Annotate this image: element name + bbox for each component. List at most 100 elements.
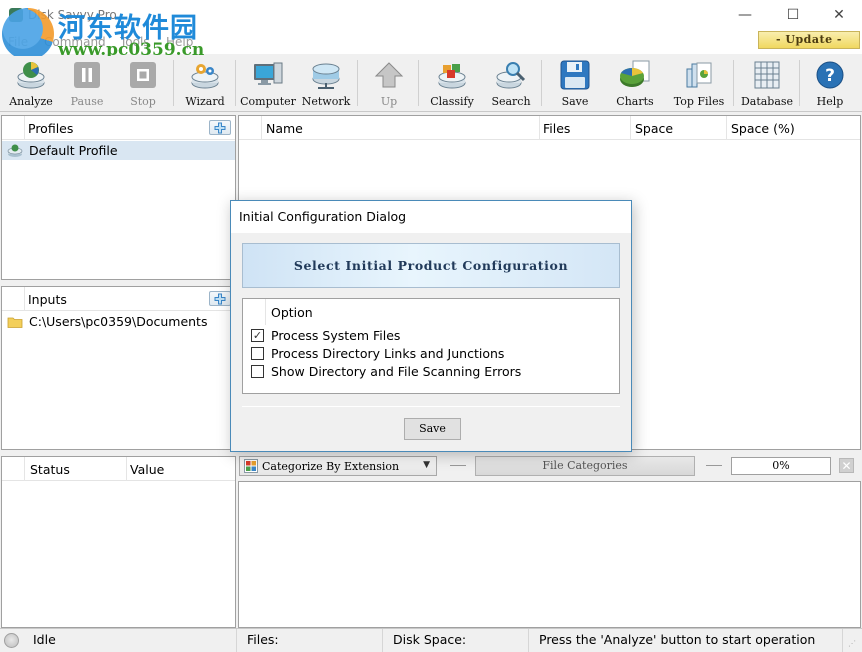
classify-button[interactable]: Classify xyxy=(426,58,478,110)
stop-button[interactable]: Stop xyxy=(122,58,164,110)
menu-bar: File Command Tools Help xyxy=(0,32,862,54)
stop-label: Stop xyxy=(130,95,156,108)
analyze-button[interactable]: Analyze xyxy=(8,58,54,110)
network-button[interactable]: Network xyxy=(301,58,351,110)
update-button[interactable]: - Update - xyxy=(758,31,860,49)
option-label: Show Directory and File Scanning Errors xyxy=(271,363,522,379)
divider-dash xyxy=(450,465,466,466)
plus-icon xyxy=(214,293,226,304)
status-bar: Idle Files: Disk Space: Press the 'Analy… xyxy=(0,628,862,652)
status-files: Files: xyxy=(247,632,279,647)
input-item[interactable]: C:\Users\pc0359\Documents xyxy=(2,312,235,331)
cancel-icon[interactable]: ✕ xyxy=(839,458,854,473)
classify-label: Classify xyxy=(430,95,474,108)
status-column-header[interactable]: Status xyxy=(30,462,70,477)
minimize-button[interactable]: — xyxy=(722,0,768,30)
profiles-panel: Profiles Default Profile xyxy=(1,115,236,280)
help-button[interactable]: ? Help xyxy=(810,58,850,110)
option-show-scanning-errors[interactable]: Show Directory and File Scanning Errors xyxy=(251,362,521,380)
up-button[interactable]: Up xyxy=(370,58,408,110)
maximize-button[interactable]: ☐ xyxy=(770,0,816,30)
search-label: Search xyxy=(491,95,531,108)
computer-icon xyxy=(251,58,285,92)
pause-label: Pause xyxy=(70,95,104,108)
dialog-banner: Select Initial Product Configuration xyxy=(242,243,620,288)
wizard-disk-icon xyxy=(188,58,222,92)
menu-file[interactable]: File xyxy=(8,35,28,49)
database-button[interactable]: Database xyxy=(740,58,794,110)
menu-tools[interactable]: Tools xyxy=(120,35,150,49)
column-divider xyxy=(630,116,631,140)
classify-disk-icon xyxy=(435,58,469,92)
app-icon xyxy=(9,8,23,22)
options-list: Option ✓ Process System Files Process Di… xyxy=(242,298,620,394)
name-column-header[interactable]: Name xyxy=(266,121,303,136)
window-title: Disk Savvy Pro xyxy=(28,8,117,22)
profile-item[interactable]: Default Profile xyxy=(2,141,235,160)
status-divider xyxy=(236,629,237,652)
folder-icon xyxy=(7,317,23,328)
status-state: Idle xyxy=(33,632,56,647)
pause-button[interactable]: Pause xyxy=(66,58,108,110)
divider-dash xyxy=(706,465,722,466)
status-led-icon xyxy=(4,633,19,648)
status-divider xyxy=(382,629,383,652)
top-files-icon xyxy=(682,58,716,92)
toolbar: Analyze Pause Stop Wizard Computer Netwo… xyxy=(0,56,862,112)
categorize-select[interactable]: Categorize By Extension ▼ xyxy=(239,456,437,476)
close-button[interactable]: ✕ xyxy=(816,0,862,30)
column-divider xyxy=(539,116,540,140)
network-label: Network xyxy=(301,95,351,108)
checkbox-checked[interactable]: ✓ xyxy=(251,328,264,342)
computer-label: Computer xyxy=(240,95,296,108)
wizard-button[interactable]: Wizard xyxy=(182,58,228,110)
resize-grip-icon[interactable]: ⋰ xyxy=(848,639,856,648)
checkbox-unchecked[interactable] xyxy=(251,364,264,378)
option-process-system-files[interactable]: ✓ Process System Files xyxy=(251,326,400,344)
progress-indicator: 0% xyxy=(731,457,831,475)
option-column-header: Option xyxy=(271,305,313,320)
add-profile-button[interactable] xyxy=(209,120,231,135)
database-label: Database xyxy=(740,95,794,108)
file-categories-button[interactable]: File Categories xyxy=(475,456,695,476)
toolbar-separator xyxy=(418,60,419,106)
toolbar-separator xyxy=(733,60,734,106)
up-arrow-icon xyxy=(372,58,406,92)
title-bar: Disk Savvy Pro — ☐ ✕ xyxy=(0,0,862,32)
analyze-disk-icon xyxy=(14,58,48,92)
space-percent-column-header[interactable]: Space (%) xyxy=(731,121,795,136)
save-toolbar-button[interactable]: Save xyxy=(555,58,595,110)
status-message: Press the 'Analyze' button to start oper… xyxy=(539,632,816,647)
help-label: Help xyxy=(816,95,844,108)
column-divider xyxy=(24,287,25,311)
help-icon: ? xyxy=(813,58,847,92)
charts-button[interactable]: Charts xyxy=(612,58,658,110)
add-input-button[interactable] xyxy=(209,291,231,306)
computer-button[interactable]: Computer xyxy=(240,58,296,110)
menu-help[interactable]: Help xyxy=(166,35,193,49)
search-button[interactable]: Search xyxy=(488,58,534,110)
pause-icon xyxy=(70,58,104,92)
dialog-separator xyxy=(242,406,620,407)
value-column-header[interactable]: Value xyxy=(130,462,164,477)
toolbar-separator xyxy=(173,60,174,106)
dialog-save-button[interactable]: Save xyxy=(404,418,461,440)
space-column-header[interactable]: Space xyxy=(635,121,673,136)
profile-item-label: Default Profile xyxy=(29,143,118,158)
save-toolbar-label: Save xyxy=(561,95,589,108)
plus-icon xyxy=(214,122,226,133)
option-process-directory-links[interactable]: Process Directory Links and Junctions xyxy=(251,344,504,362)
profile-disk-icon xyxy=(7,144,23,157)
column-divider xyxy=(24,457,25,481)
toolbar-separator xyxy=(357,60,358,106)
top-files-button[interactable]: Top Files xyxy=(670,58,728,110)
database-grid-icon xyxy=(750,58,784,92)
menu-command[interactable]: Command xyxy=(44,35,106,49)
files-column-header[interactable]: Files xyxy=(543,121,570,136)
category-grid-icon xyxy=(244,459,258,473)
column-divider xyxy=(126,457,127,481)
analyze-label: Analyze xyxy=(9,95,53,108)
checkbox-unchecked[interactable] xyxy=(251,346,264,360)
status-divider xyxy=(528,629,529,652)
options-header: Option xyxy=(243,299,619,325)
